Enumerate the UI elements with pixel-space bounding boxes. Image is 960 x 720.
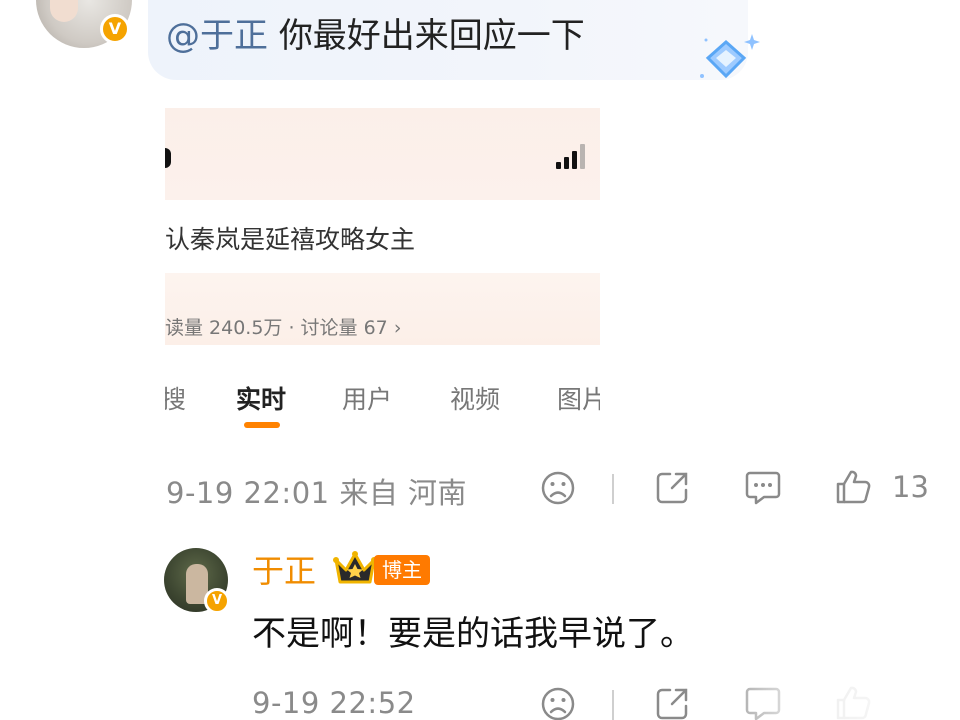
comment-body: 你最好出来回应一下 [278, 16, 585, 56]
tab-realtime: 实时 [236, 385, 287, 414]
action-divider [612, 474, 614, 504]
comment-timestamp-location: 9-19 22:01 来自 河南 [166, 476, 468, 510]
weibo-comment-thread: V @于正 你最好出来回应一下 认秦岚是延禧攻略女主 读量 240.5万 · 讨… [0, 0, 960, 720]
share-icon[interactable] [654, 470, 690, 506]
blogger-badge: 博主 [374, 555, 430, 585]
action-divider [612, 690, 614, 720]
tab-images: 图片 [557, 385, 600, 414]
status-dot [165, 148, 171, 168]
comment-icon[interactable] [744, 470, 782, 506]
tab-search: 搜 [165, 385, 187, 414]
sad-face-icon[interactable] [540, 686, 576, 720]
signal-strength-icon [556, 144, 585, 169]
reply-timestamp: 9-19 22:52 [252, 686, 416, 720]
watermark-fade-overlay [700, 668, 960, 720]
chevron-right-icon: › [387, 317, 402, 339]
comment-text: @于正 你最好出来回应一下 [166, 14, 585, 58]
like-icon[interactable] [834, 468, 872, 506]
reply-text: 不是啊！要是的话我早说了。 [252, 614, 694, 654]
mention-link[interactable]: @于正 [166, 16, 268, 56]
diamond-sparkle-icon [700, 34, 760, 79]
active-tab-underline [244, 422, 280, 428]
avatar-hand-gesture [50, 0, 78, 22]
crown-icon [333, 551, 377, 584]
topic-stats-text: 读量 240.5万 · 讨论量 67 [165, 317, 388, 339]
verified-v-icon: V [100, 14, 130, 44]
screenshot-status-bar [165, 108, 600, 200]
topic-title: 认秦岚是延禧攻略女主 [165, 225, 416, 254]
tab-users: 用户 [342, 385, 393, 414]
reply-author-name[interactable]: 于正 [252, 546, 316, 592]
sad-face-icon[interactable] [540, 470, 576, 506]
verified-v-icon: V [204, 588, 230, 614]
tab-videos: 视频 [450, 385, 501, 414]
share-icon[interactable] [654, 686, 690, 720]
like-count: 13 [892, 470, 929, 504]
topic-stats: 读量 240.5万 · 讨论量 67 › [165, 313, 401, 340]
embedded-screenshot[interactable]: 认秦岚是延禧攻略女主 读量 240.5万 · 讨论量 67 › 搜 实时 用户 … [165, 108, 600, 438]
